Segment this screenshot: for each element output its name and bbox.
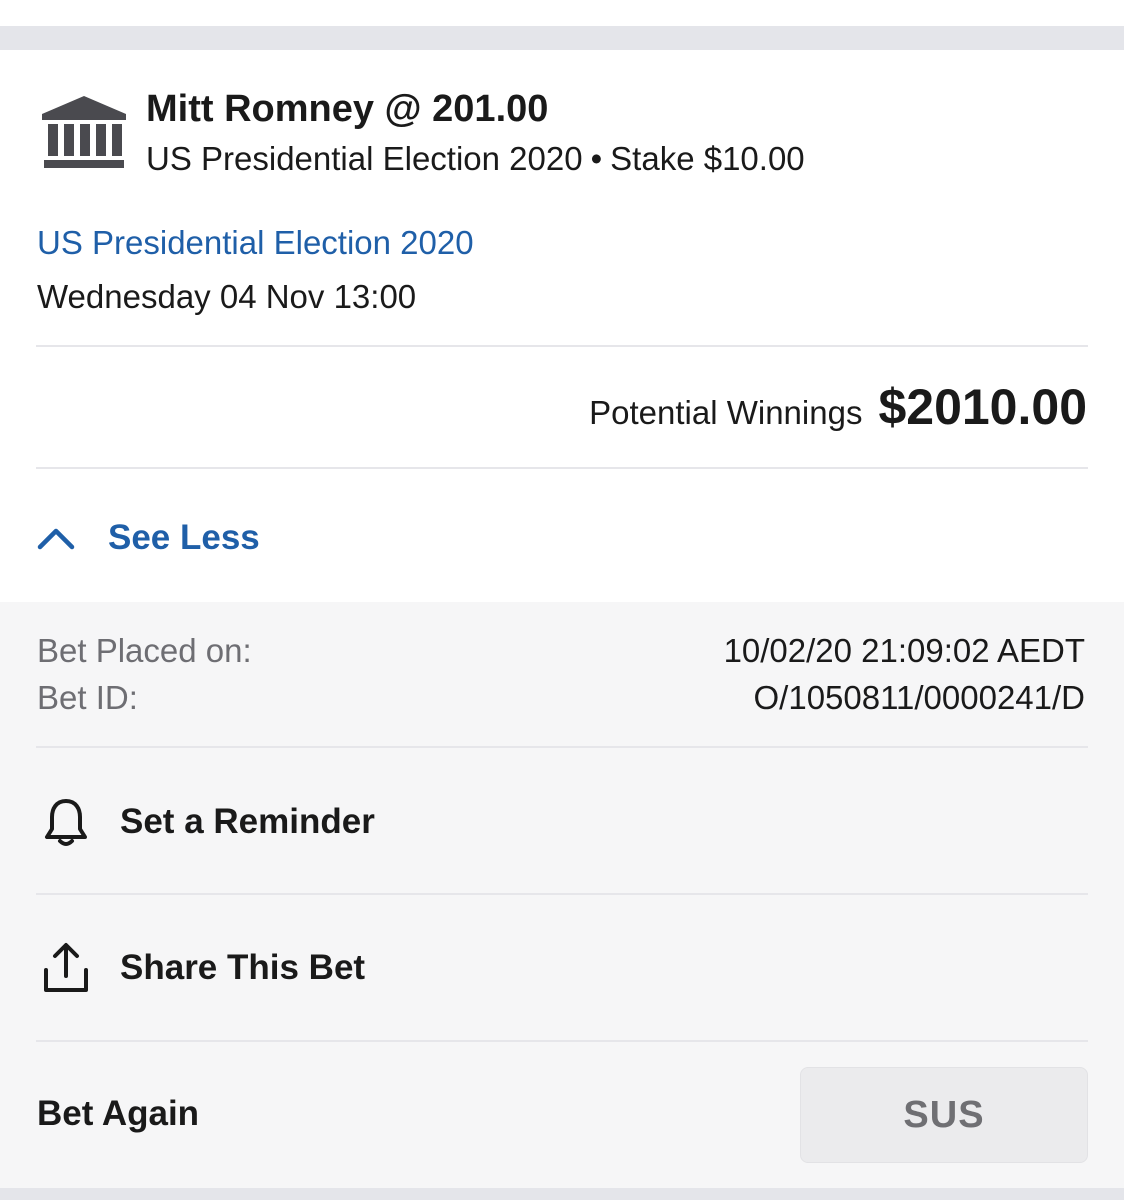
bet-id-value: O/1050811/0000241/D — [753, 679, 1086, 716]
share-bet-label: Share This Bet — [120, 948, 366, 987]
stake-text: Stake $10.00 — [610, 140, 805, 177]
government-building-icon — [42, 96, 126, 168]
divider — [36, 1040, 1088, 1042]
bet-placed-value: 10/02/20 21:09:02 AEDT — [723, 632, 1085, 669]
divider — [36, 345, 1088, 347]
divider — [36, 467, 1088, 469]
share-bet-button[interactable]: Share This Bet — [36, 938, 365, 998]
bottom-separator-bar — [0, 1188, 1124, 1200]
bet-subtitle: US Presidential Election 2020 • Stake $10.… — [146, 140, 805, 178]
event-link[interactable]: US Presidential Election 2020 — [37, 224, 474, 262]
bet-again-button[interactable]: SUS — [800, 1067, 1088, 1163]
bell-icon — [36, 796, 96, 848]
divider — [36, 893, 1088, 895]
market-name: US Presidential Election 2020 — [146, 140, 583, 177]
bet-id-row: Bet ID: O/1050811/0000241/D — [37, 679, 1085, 717]
winnings-amount: $2010.00 — [878, 379, 1087, 435]
bet-again-button-label: SUS — [903, 1093, 985, 1136]
bet-placed-row: Bet Placed on: 10/02/20 21:09:02 AEDT — [37, 632, 1085, 670]
top-separator-bar — [0, 26, 1124, 50]
winnings-label: Potential Winnings — [589, 394, 863, 431]
set-reminder-button[interactable]: Set a Reminder — [36, 792, 375, 852]
set-reminder-label: Set a Reminder — [120, 802, 375, 841]
bet-placed-label: Bet Placed on: — [37, 632, 252, 669]
event-datetime: Wednesday 04 Nov 13:00 — [37, 278, 417, 315]
bet-id-label: Bet ID: — [37, 679, 138, 716]
chevron-up-icon — [37, 528, 75, 550]
divider — [36, 746, 1088, 748]
see-less-toggle[interactable]: See Less — [36, 512, 260, 564]
share-icon — [36, 942, 96, 994]
separator-dot: • — [590, 140, 603, 177]
selection-title: Mitt Romney @ 201.00 — [146, 88, 549, 130]
bet-again-label: Bet Again — [37, 1094, 200, 1133]
see-less-label: See Less — [108, 518, 260, 557]
potential-winnings: Potential Winnings $2010.00 — [589, 378, 1087, 436]
